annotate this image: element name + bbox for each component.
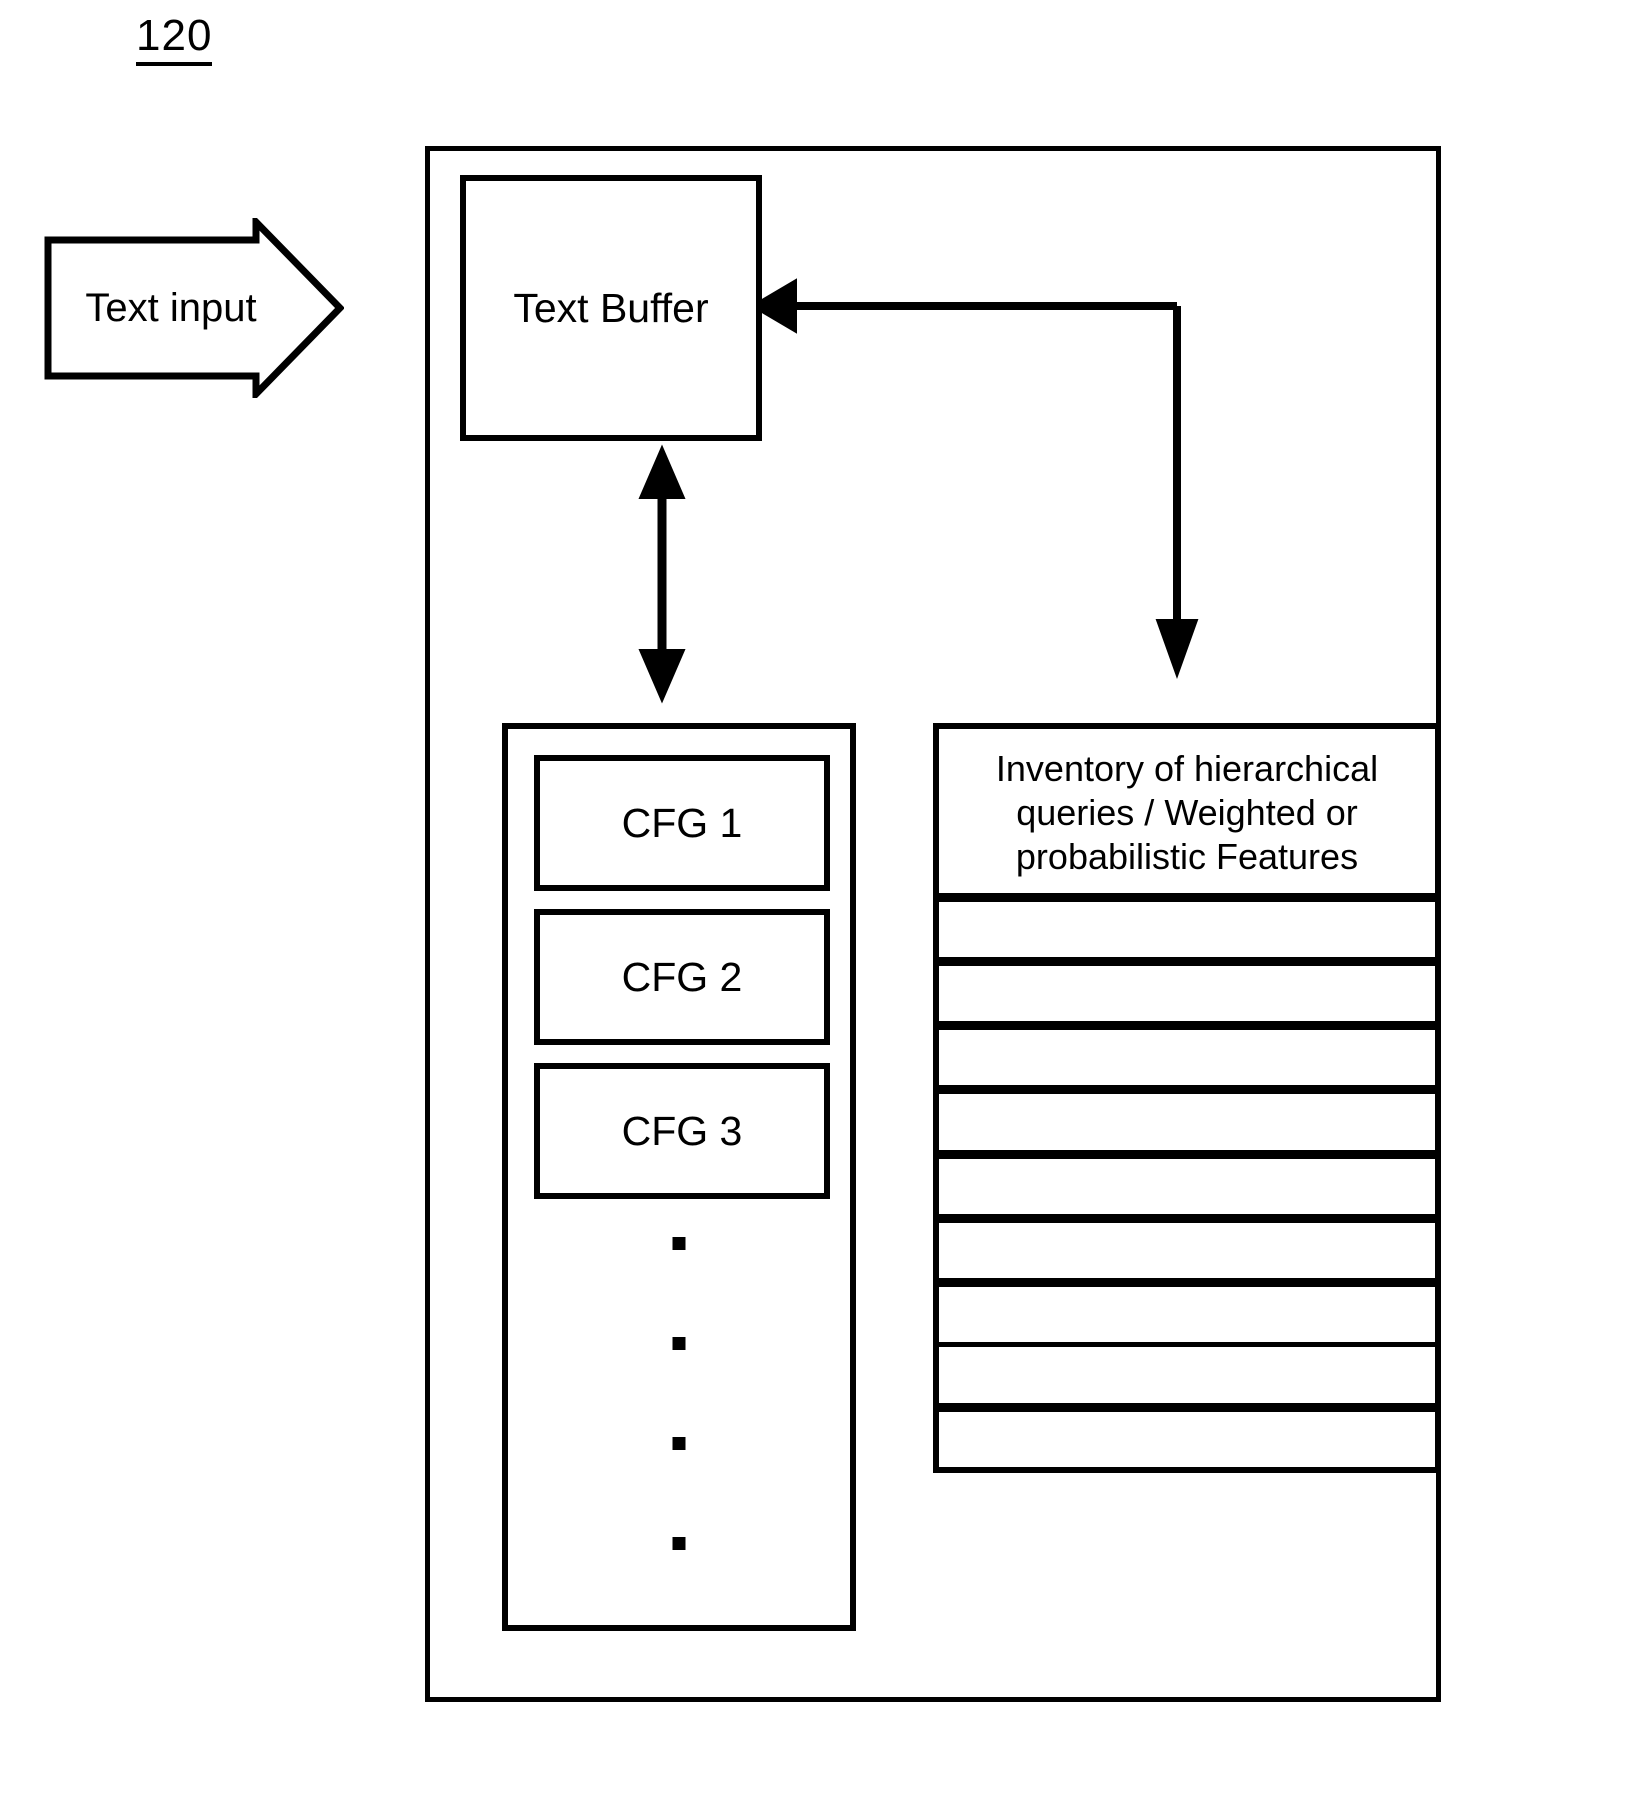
- inventory-row: [939, 1158, 1435, 1223]
- continuation-dot: [672, 1537, 686, 1550]
- text-input-arrow: Text input: [44, 218, 344, 398]
- inventory-header-label: Inventory of hierarchical queries / Weig…: [939, 729, 1435, 902]
- continuation-dot: [672, 1337, 686, 1350]
- text-buffer-block: Text Buffer: [460, 175, 762, 441]
- figure-canvas: 120 Text input Text Buffer CFG 1 CFG 2 C…: [0, 0, 1627, 1793]
- inventory-row: [939, 1222, 1435, 1288]
- inventory-row: [939, 1030, 1435, 1095]
- inventory-row: [939, 1411, 1435, 1467]
- inventory-row: [939, 965, 1435, 1031]
- cfg-item-2-label: CFG 2: [621, 953, 743, 1000]
- continuation-dot: [672, 1237, 686, 1250]
- inventory-block: Inventory of hierarchical queries / Weig…: [933, 723, 1441, 1473]
- inventory-row: [939, 1287, 1435, 1348]
- cfg-item-3: CFG 3: [534, 1063, 830, 1199]
- inventory-row: [939, 1347, 1435, 1412]
- cfg-item-1: CFG 1: [534, 755, 830, 891]
- cfg-stack-container: CFG 1 CFG 2 CFG 3: [502, 723, 856, 1631]
- inventory-row: [939, 1094, 1435, 1159]
- cfg-item-1-label: CFG 1: [621, 799, 743, 846]
- cfg-item-2: CFG 2: [534, 909, 830, 1045]
- text-buffer-label: Text Buffer: [513, 284, 709, 331]
- cfg-continuation-dots: [508, 1219, 850, 1619]
- cfg-item-3-label: CFG 3: [621, 1107, 743, 1154]
- text-input-label: Text input: [85, 285, 257, 330]
- continuation-dot: [672, 1437, 686, 1450]
- figure-reference-numeral: 120: [136, 14, 213, 66]
- inventory-row-list: [939, 901, 1435, 1467]
- inventory-row: [939, 901, 1435, 966]
